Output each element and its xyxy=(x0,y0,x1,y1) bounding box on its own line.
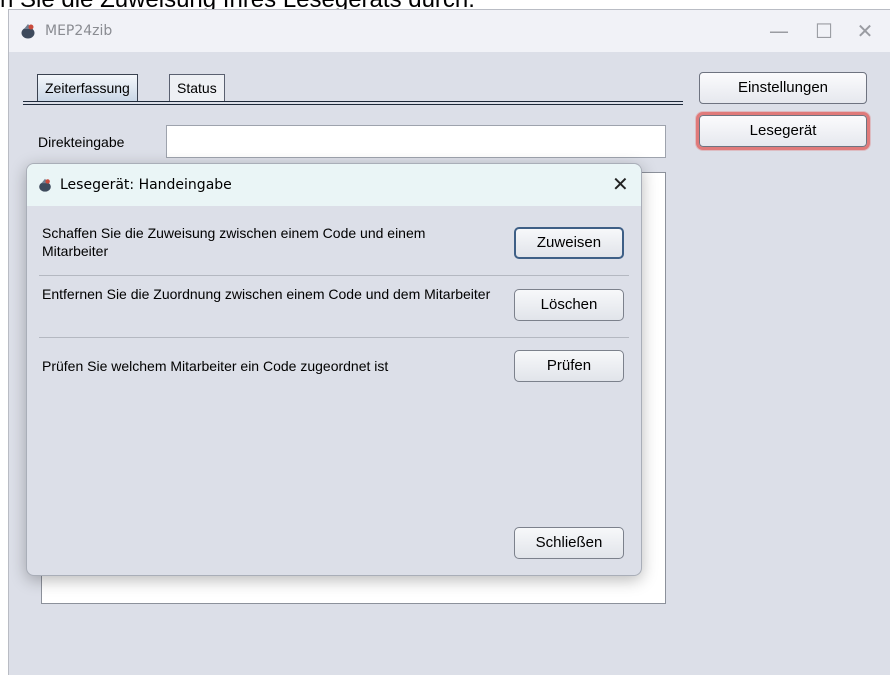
row-divider xyxy=(39,337,629,338)
window-title: MEP24zib xyxy=(45,23,113,39)
tab-status[interactable]: Status xyxy=(169,74,225,102)
remove-description: Entfernen Sie die Zuordnung zwischen ein… xyxy=(42,286,491,302)
check-button[interactable]: Prüfen xyxy=(514,350,624,382)
reader-button[interactable]: Lesegerät xyxy=(696,112,870,150)
settings-button[interactable]: Einstellungen xyxy=(699,72,867,104)
assign-button[interactable]: Zuweisen xyxy=(514,227,624,259)
maximize-button[interactable]: ☐ xyxy=(804,18,844,44)
close-dialog-button[interactable]: Schließen xyxy=(514,527,624,559)
title-bar: MEP24zib — ☐ ✕ xyxy=(9,10,890,52)
main-window: MEP24zib — ☐ ✕ Zeiterfassung Status Dire… xyxy=(8,9,890,675)
manual-entry-dialog: Lesegerät: Handeingabe ✕ Schaffen Sie di… xyxy=(26,163,642,576)
direct-input-label: Direkteingabe xyxy=(38,134,125,150)
dialog-title-bar: Lesegerät: Handeingabe ✕ xyxy=(27,164,641,206)
assign-description: Schaffen Sie die Zuweisung zwischen eine… xyxy=(42,225,426,259)
app-icon xyxy=(39,178,51,192)
row-divider xyxy=(39,275,629,276)
delete-button[interactable]: Löschen xyxy=(514,289,624,321)
tab-strip-divider xyxy=(23,101,683,105)
app-icon xyxy=(21,24,35,39)
dialog-title: Lesegerät: Handeingabe xyxy=(60,177,232,193)
tab-zeiterfassung[interactable]: Zeiterfassung xyxy=(37,74,138,102)
check-description: Prüfen Sie welchem Mitarbeiter ein Code … xyxy=(42,358,389,374)
minimize-button[interactable]: — xyxy=(759,18,799,44)
dialog-close-icon[interactable]: ✕ xyxy=(612,172,629,196)
direct-input-field[interactable] xyxy=(166,125,666,158)
close-window-button[interactable]: ✕ xyxy=(845,18,885,44)
